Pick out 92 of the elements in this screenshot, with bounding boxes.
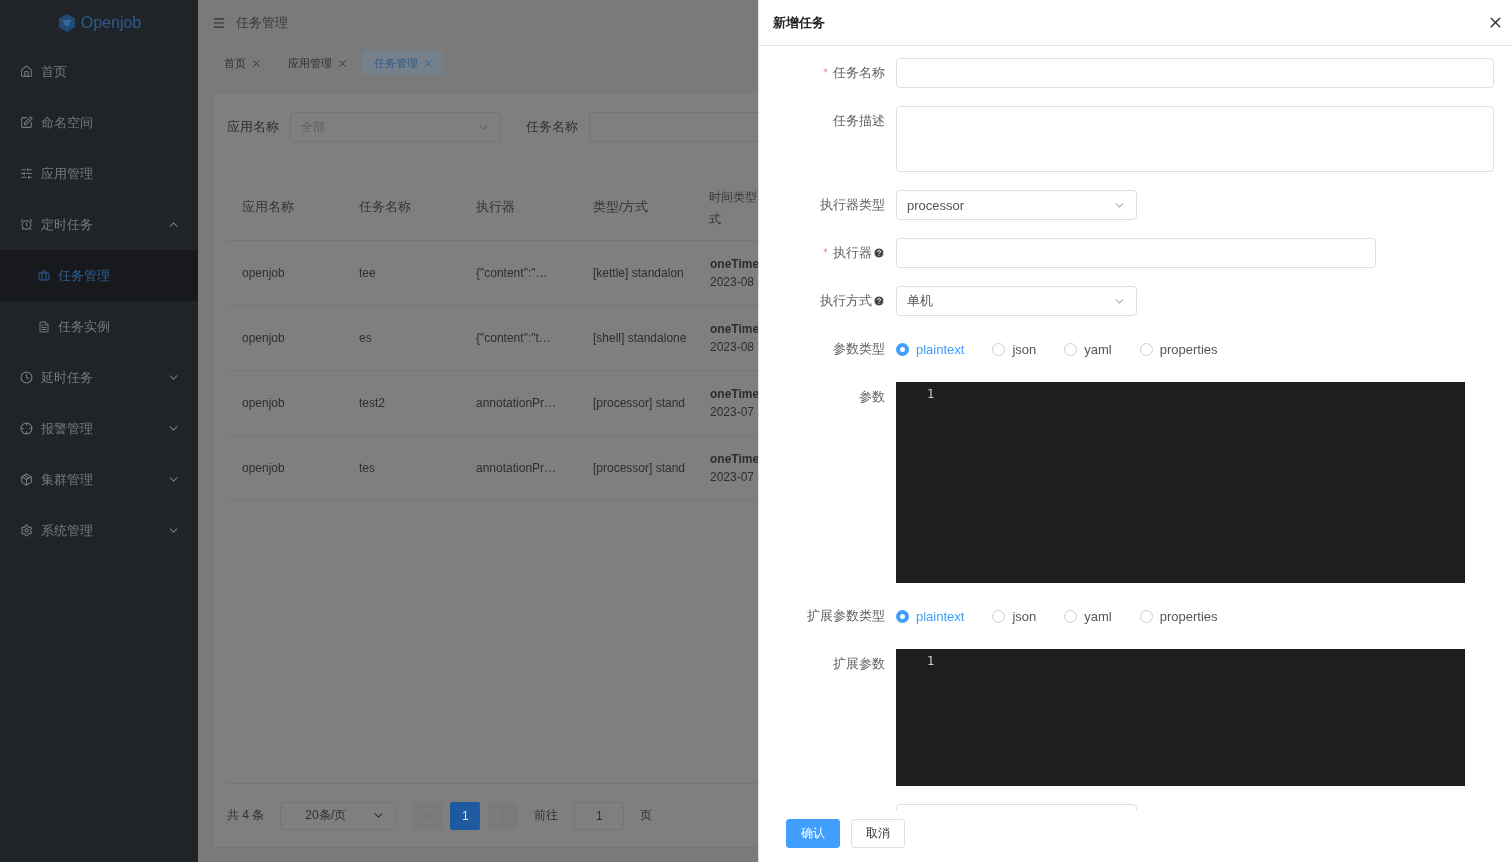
textarea-field[interactable]: [896, 106, 1494, 172]
table-cell-text: openjob: [241, 396, 286, 410]
table-cell: oneTime: [710, 322, 758, 336]
select-field[interactable]: processor: [896, 190, 1137, 220]
radio-option[interactable]: properties: [1139, 608, 1218, 624]
drawer-title: 新增任务: [773, 13, 825, 32]
table-cell-text: [processor] stand: [592, 396, 687, 410]
column-header: 应用名称: [241, 199, 295, 216]
table-cell-text: 2023-08: [710, 275, 756, 289]
radio-option[interactable]: plaintext: [896, 608, 965, 624]
logo-text: Openjob: [80, 14, 142, 32]
submenu-item[interactable]: 任务实例: [0, 301, 198, 352]
column-header: 时间类型式: [709, 189, 757, 227]
table-cell-text: {"content":"…: [475, 266, 549, 280]
document-icon: [38, 320, 50, 333]
column-header: 执行器: [475, 199, 516, 216]
select-field[interactable]: 单机: [896, 286, 1137, 316]
field-label: 扩展参数类型: [807, 607, 885, 625]
package-icon: [20, 473, 33, 486]
field-label: 任务描述: [833, 112, 885, 130]
table-cell-text: 2023-07: [710, 405, 756, 419]
table-cell-text: {"content":"t…: [475, 331, 552, 345]
menu-item[interactable]: 延时任务: [0, 352, 198, 403]
page-size-select[interactable]: 20条/页: [280, 801, 397, 830]
radio-option[interactable]: properties: [1139, 341, 1218, 357]
page-title: 任务管理: [236, 14, 288, 32]
radio-option[interactable]: yaml: [1064, 608, 1112, 624]
table-cell-text: openjob: [241, 266, 286, 280]
gear-icon: [20, 524, 33, 537]
filter-label: 应用名称: [227, 118, 279, 136]
radio-option[interactable]: json: [992, 341, 1037, 357]
sliders-icon: [20, 167, 33, 180]
field-label: 参数类型: [833, 340, 885, 358]
column-header: 类型/方式: [592, 199, 650, 216]
clock-icon: [20, 371, 33, 384]
field-label: 执行器: [833, 244, 872, 262]
logo-icon: [56, 13, 77, 33]
table-cell-text: [shell] standalone: [592, 331, 688, 345]
home-icon: [20, 65, 33, 78]
cancel-button[interactable]: 取消: [851, 818, 905, 848]
menu-item[interactable]: 首页: [0, 46, 198, 97]
confirm-button[interactable]: 确认: [786, 818, 840, 848]
line-number: 1: [927, 654, 935, 668]
page-tab[interactable]: 首页: [212, 50, 272, 76]
table-cell-text: annotationPr…: [475, 461, 558, 475]
menu-item[interactable]: 定时任务: [0, 199, 198, 250]
submenu-item[interactable]: 任务管理: [0, 250, 198, 301]
field-label: 执行器类型: [820, 196, 885, 214]
goto-input[interactable]: 1: [574, 801, 625, 830]
total-count: 共 4 条: [227, 807, 265, 824]
table-cell-text: tee: [358, 266, 377, 280]
table-cell-text: tes: [358, 461, 376, 475]
table-cell-text: openjob: [241, 331, 286, 345]
page-tab[interactable]: 应用管理: [276, 50, 358, 76]
table-cell-text: test2: [358, 396, 386, 410]
radio-option[interactable]: plaintext: [896, 341, 965, 357]
help-icon[interactable]: [873, 295, 885, 307]
menu-item[interactable]: 集群管理: [0, 454, 198, 505]
menu-item[interactable]: 命名空间: [0, 97, 198, 148]
radio-option[interactable]: yaml: [1064, 341, 1112, 357]
field-label: 参数: [859, 388, 885, 406]
code-editor[interactable]: 1: [896, 382, 1465, 583]
filter-label: 任务名称: [525, 118, 578, 136]
table-cell-text: [kettle] standalon: [592, 266, 685, 280]
table-cell-text: [processor] stand: [592, 461, 687, 475]
edit-icon: [20, 116, 33, 129]
alarm-clock-icon: [20, 218, 33, 231]
menu-icon[interactable]: [212, 16, 226, 30]
menu-item[interactable]: 应用管理: [0, 148, 198, 199]
table-cell: oneTime: [710, 452, 758, 466]
radio-option[interactable]: json: [992, 608, 1037, 624]
table-cell-text: 2023-07: [710, 470, 756, 484]
page-suffix: 页: [640, 807, 653, 824]
menu-item[interactable]: 系统管理: [0, 505, 198, 556]
menu-item[interactable]: 报警管理: [0, 403, 198, 454]
field-label: 扩展参数: [833, 655, 885, 673]
page-button[interactable]: 1: [450, 801, 481, 830]
briefcase-icon: [38, 269, 50, 282]
table-cell-text: annotationPr…: [475, 396, 558, 410]
table-cell-text: openjob: [241, 461, 286, 475]
code-editor[interactable]: 1: [896, 649, 1465, 786]
crosshair-icon: [20, 422, 33, 435]
column-header: 任务名称: [358, 199, 412, 216]
table-cell-text: 2023-08: [710, 340, 756, 354]
help-icon[interactable]: [873, 247, 885, 259]
line-number: 1: [927, 387, 935, 401]
field-label: 任务名称: [833, 64, 885, 82]
goto-label: 前往: [534, 807, 559, 824]
field-label: 执行方式: [820, 292, 872, 310]
table-cell-text: es: [358, 331, 373, 345]
table-cell: oneTime: [710, 387, 758, 401]
table-cell: oneTime: [710, 257, 758, 271]
